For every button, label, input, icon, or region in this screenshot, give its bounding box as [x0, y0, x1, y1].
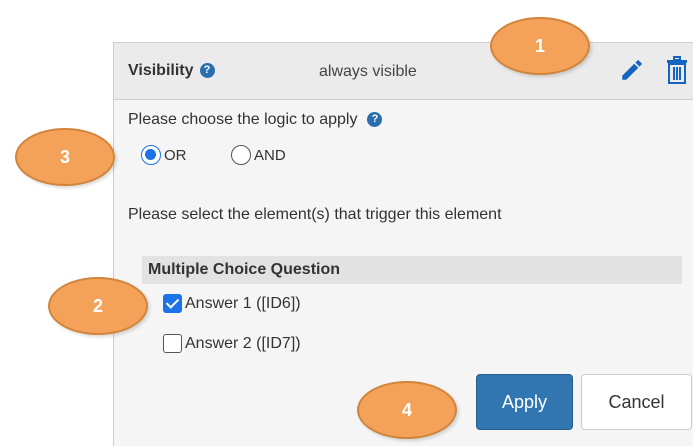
logic-and-option[interactable]: AND	[231, 145, 286, 165]
logic-title-text: Please choose the logic to apply	[128, 111, 358, 128]
logic-and-label: AND	[254, 146, 286, 164]
trash-icon[interactable]	[666, 56, 688, 84]
trigger-elements-title: Please select the element(s) that trigge…	[128, 206, 502, 223]
visibility-label: Visibility?	[128, 62, 215, 80]
visibility-label-text: Visibility	[128, 62, 194, 79]
answer-1-label: Answer 1 ([ID6])	[185, 294, 301, 312]
visibility-value: always visible	[319, 63, 417, 80]
answer-1-checkbox[interactable]	[163, 294, 182, 313]
callout-marker-3: 3	[15, 128, 115, 186]
logic-or-label: OR	[164, 146, 187, 164]
logic-title: Please choose the logic to apply?	[128, 111, 383, 129]
answer-1-option[interactable]: Answer 1 ([ID6])	[163, 294, 301, 313]
question-group-header: Multiple Choice Question	[142, 256, 682, 284]
apply-button[interactable]: Apply	[476, 374, 573, 430]
answer-2-checkbox[interactable]	[163, 334, 182, 353]
pencil-icon[interactable]	[619, 57, 645, 83]
callout-marker-2: 2	[48, 277, 148, 335]
answer-2-label: Answer 2 ([ID7])	[185, 334, 301, 352]
visibility-row: Visibility? always visible	[114, 42, 693, 100]
logic-and-radio[interactable]	[231, 145, 251, 165]
logic-or-radio[interactable]	[141, 145, 161, 165]
question-circle-icon[interactable]: ?	[199, 63, 215, 79]
callout-marker-1: 1	[490, 17, 590, 75]
logic-or-option[interactable]: OR	[141, 145, 187, 165]
cancel-button[interactable]: Cancel	[581, 374, 692, 430]
callout-marker-4: 4	[357, 381, 457, 439]
answer-2-option[interactable]: Answer 2 ([ID7])	[163, 334, 301, 353]
question-circle-icon[interactable]: ?	[367, 112, 383, 128]
